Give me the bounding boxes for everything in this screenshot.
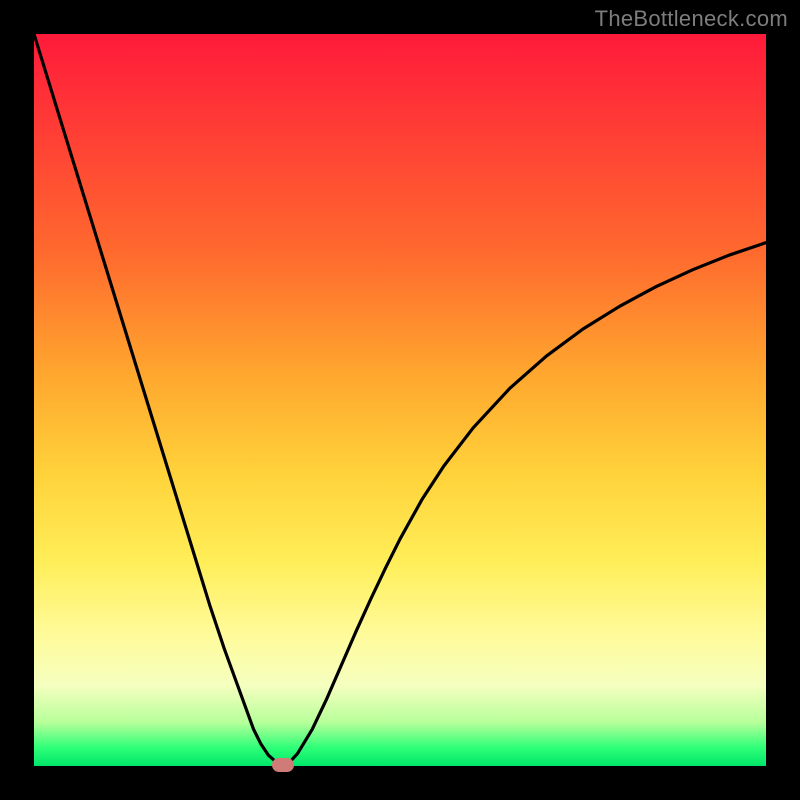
bottleneck-curve (34, 34, 766, 766)
curve-path (34, 34, 766, 765)
optimal-point-marker (272, 758, 294, 772)
watermark-text: TheBottleneck.com (595, 6, 788, 32)
chart-frame: TheBottleneck.com (0, 0, 800, 800)
